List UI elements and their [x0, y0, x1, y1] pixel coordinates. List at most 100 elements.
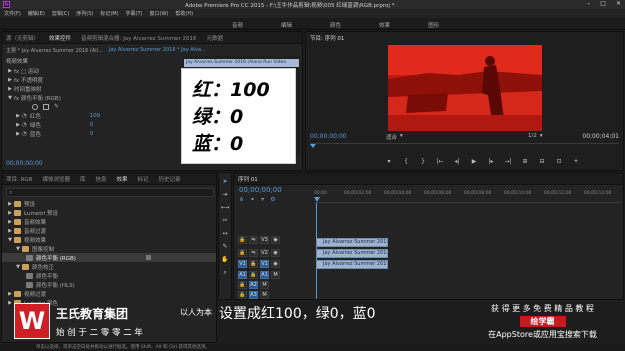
pen-mask-icon[interactable]: ✎ — [54, 103, 59, 110]
rectangle-mask-icon[interactable] — [43, 103, 49, 110]
tab-media-browser[interactable]: 媒体浏览器 — [42, 175, 70, 183]
snap-icon[interactable]: ⋔ — [239, 196, 244, 203]
menu-window[interactable]: 窗口(W) — [150, 10, 169, 17]
track-select-tool-icon[interactable]: ⇥ — [221, 190, 230, 199]
mark-in-button[interactable]: { — [401, 156, 411, 166]
lock-icon[interactable]: 🔒 — [238, 291, 247, 299]
timeline-clip-v3[interactable]: Jay Alvarrez Summer 2016 (Alo — [316, 238, 388, 247]
timeline-clip-v1[interactable]: Jay Alvarrez Summer 2016 (Alo — [316, 260, 388, 269]
collapse-triangle-icon[interactable]: ▼ — [14, 264, 22, 270]
add-marker-icon[interactable]: ▾ — [261, 196, 264, 203]
go-to-in-button[interactable]: |← — [435, 156, 445, 166]
workspace-tab-edit[interactable]: 编辑 — [281, 21, 292, 29]
button-editor-button[interactable]: + — [571, 156, 581, 166]
expand-triangle-icon[interactable]: ▶ — [6, 291, 14, 297]
mark-out-button[interactable]: } — [418, 156, 428, 166]
lock-icon[interactable]: 🔒 — [238, 281, 247, 289]
playhead-icon[interactable] — [314, 197, 320, 202]
minimize-button[interactable]: – — [587, 0, 590, 7]
program-video-frame[interactable] — [388, 45, 542, 131]
expand-triangle-icon[interactable]: ▶ — [6, 77, 14, 83]
eye-icon[interactable]: ◉ — [271, 260, 280, 268]
effect-row-motion[interactable]: ▶ fx □ 运动 — [2, 66, 39, 75]
tab-effect-controls[interactable]: 效果控件 — [49, 34, 71, 42]
track-name[interactable]: A1 — [260, 271, 269, 279]
effect-row-color-balance[interactable]: ▼ fx 颜色平衡 (RGB) — [2, 93, 61, 102]
blue-param-value[interactable]: 0 — [90, 131, 94, 137]
effect-row-opacity[interactable]: ▶ fx 不透明度 — [2, 75, 43, 84]
tab-source[interactable]: 源（无剪辑） — [6, 34, 39, 42]
tab-libraries[interactable]: 库 — [80, 175, 86, 183]
red-param-value[interactable]: 100 — [90, 113, 101, 119]
tab-info[interactable]: 信息 — [96, 175, 107, 183]
export-frame-button[interactable]: ⊡ — [554, 156, 564, 166]
menu-edit[interactable]: 编辑(E) — [28, 10, 45, 17]
go-to-out-button[interactable]: →| — [503, 156, 513, 166]
play-button[interactable]: ▶ — [469, 156, 479, 166]
tab-project[interactable]: 项目: RGB — [6, 175, 32, 183]
lock-icon[interactable]: 🔒 — [238, 236, 247, 244]
menu-help[interactable]: 帮助(H) — [175, 10, 193, 17]
expand-triangle-icon[interactable]: ▶ — [6, 68, 14, 74]
stopwatch-icon[interactable]: ◔ — [22, 122, 27, 128]
program-fit-select[interactable]: 适合 ▾ — [386, 133, 403, 141]
lock-icon[interactable]: 🔒 — [238, 249, 247, 257]
tab-sequence[interactable]: 序列 01 — [238, 175, 258, 183]
sync-lock-icon[interactable]: ⇋ — [249, 249, 258, 257]
expand-triangle-icon[interactable]: ▶ — [6, 228, 14, 234]
collapse-triangle-icon[interactable]: ▼ — [14, 246, 22, 252]
collapse-triangle-icon[interactable]: ▼ — [6, 237, 14, 243]
source-patch-a1[interactable]: A1 — [238, 271, 247, 279]
eye-icon[interactable]: ◉ — [271, 249, 280, 257]
tree-item-color-balance-hls[interactable]: 颜色平衡 (HLS) — [2, 280, 75, 289]
expand-triangle-icon[interactable]: ▶ — [6, 86, 14, 92]
track-name[interactable]: A3 — [249, 291, 258, 299]
tab-markers[interactable]: 标记 — [138, 175, 149, 183]
selection-tool-icon[interactable]: ➤ — [221, 177, 230, 186]
track-name[interactable]: V3 — [260, 236, 269, 244]
expand-triangle-icon[interactable]: ▶ — [14, 131, 22, 137]
hand-tool-icon[interactable]: ✋ — [221, 255, 230, 264]
source-patch-v1[interactable]: V1 — [238, 260, 247, 268]
add-marker-button[interactable]: ▾ — [384, 156, 394, 166]
tree-item-color-balance-rgb[interactable]: 颜色平衡 (RGB) — [2, 253, 216, 262]
lock-icon[interactable]: 🔒 — [249, 271, 258, 279]
program-timecode-left[interactable]: 00;00;00;00 — [310, 133, 347, 140]
tree-item-presets[interactable]: ▶ 预设 — [2, 199, 35, 208]
maximize-button[interactable]: □ — [600, 0, 606, 7]
menu-marker[interactable]: 标记(M) — [100, 10, 118, 17]
linked-selection-icon[interactable]: ⚭ — [250, 196, 255, 203]
slip-tool-icon[interactable]: ↔ — [221, 229, 230, 238]
playhead-marker-icon[interactable] — [310, 144, 316, 148]
lift-button[interactable]: ⊞ — [520, 156, 530, 166]
tree-item-color-correction[interactable]: ▼ 颜色校正 — [2, 262, 54, 271]
timeline-clip-v2[interactable]: Jay Alvarrez Summer 2016 (Alo — [316, 249, 388, 258]
step-forward-button[interactable]: |▸ — [486, 156, 496, 166]
mute-icon[interactable]: M — [260, 291, 269, 299]
expand-triangle-icon[interactable]: ▶ — [14, 122, 22, 128]
green-param-value[interactable]: 0 — [90, 122, 94, 128]
workspace-tab-color[interactable]: 颜色 — [330, 21, 341, 29]
expand-triangle-icon[interactable]: ▶ — [6, 219, 14, 225]
tab-program[interactable]: 节目: 序列 01 — [310, 34, 344, 42]
tree-item-lumetri-presets[interactable]: ▶ Lumetri 预设 — [2, 208, 58, 217]
clip-sequence-select[interactable]: Jay Alvarrez Summer 2016 * Jay Alva... — [109, 47, 206, 53]
workspace-tab-graphics[interactable]: 图形 — [428, 21, 439, 29]
timeline-settings-icon[interactable]: ⚙ — [270, 196, 275, 203]
tab-metadata[interactable]: 元数据 — [206, 34, 223, 42]
program-scrub-bar[interactable] — [310, 143, 619, 148]
expand-triangle-icon[interactable]: ▶ — [6, 300, 14, 306]
effects-search-field[interactable]: ⌕ — [6, 188, 214, 197]
program-resolution-select[interactable]: 1/2 ▾ — [528, 133, 543, 139]
effect-row-time-remap[interactable]: ▶ 时间重映射 — [2, 84, 41, 93]
pen-tool-icon[interactable]: ✎ — [221, 242, 230, 251]
tab-history[interactable]: 历史记录 — [159, 175, 181, 183]
expand-triangle-icon[interactable]: ▶ — [6, 210, 14, 216]
stopwatch-icon[interactable]: ◔ — [22, 113, 27, 119]
stopwatch-icon[interactable]: ◔ — [22, 131, 27, 137]
workspace-tab-effects[interactable]: 效果 — [379, 21, 390, 29]
tree-item-color-balance[interactable]: 颜色平衡 — [2, 271, 58, 280]
eye-icon[interactable]: ◉ — [271, 236, 280, 244]
zoom-tool-icon[interactable]: ⌕ — [221, 268, 230, 277]
ripple-edit-tool-icon[interactable]: ⟷ — [221, 203, 230, 212]
